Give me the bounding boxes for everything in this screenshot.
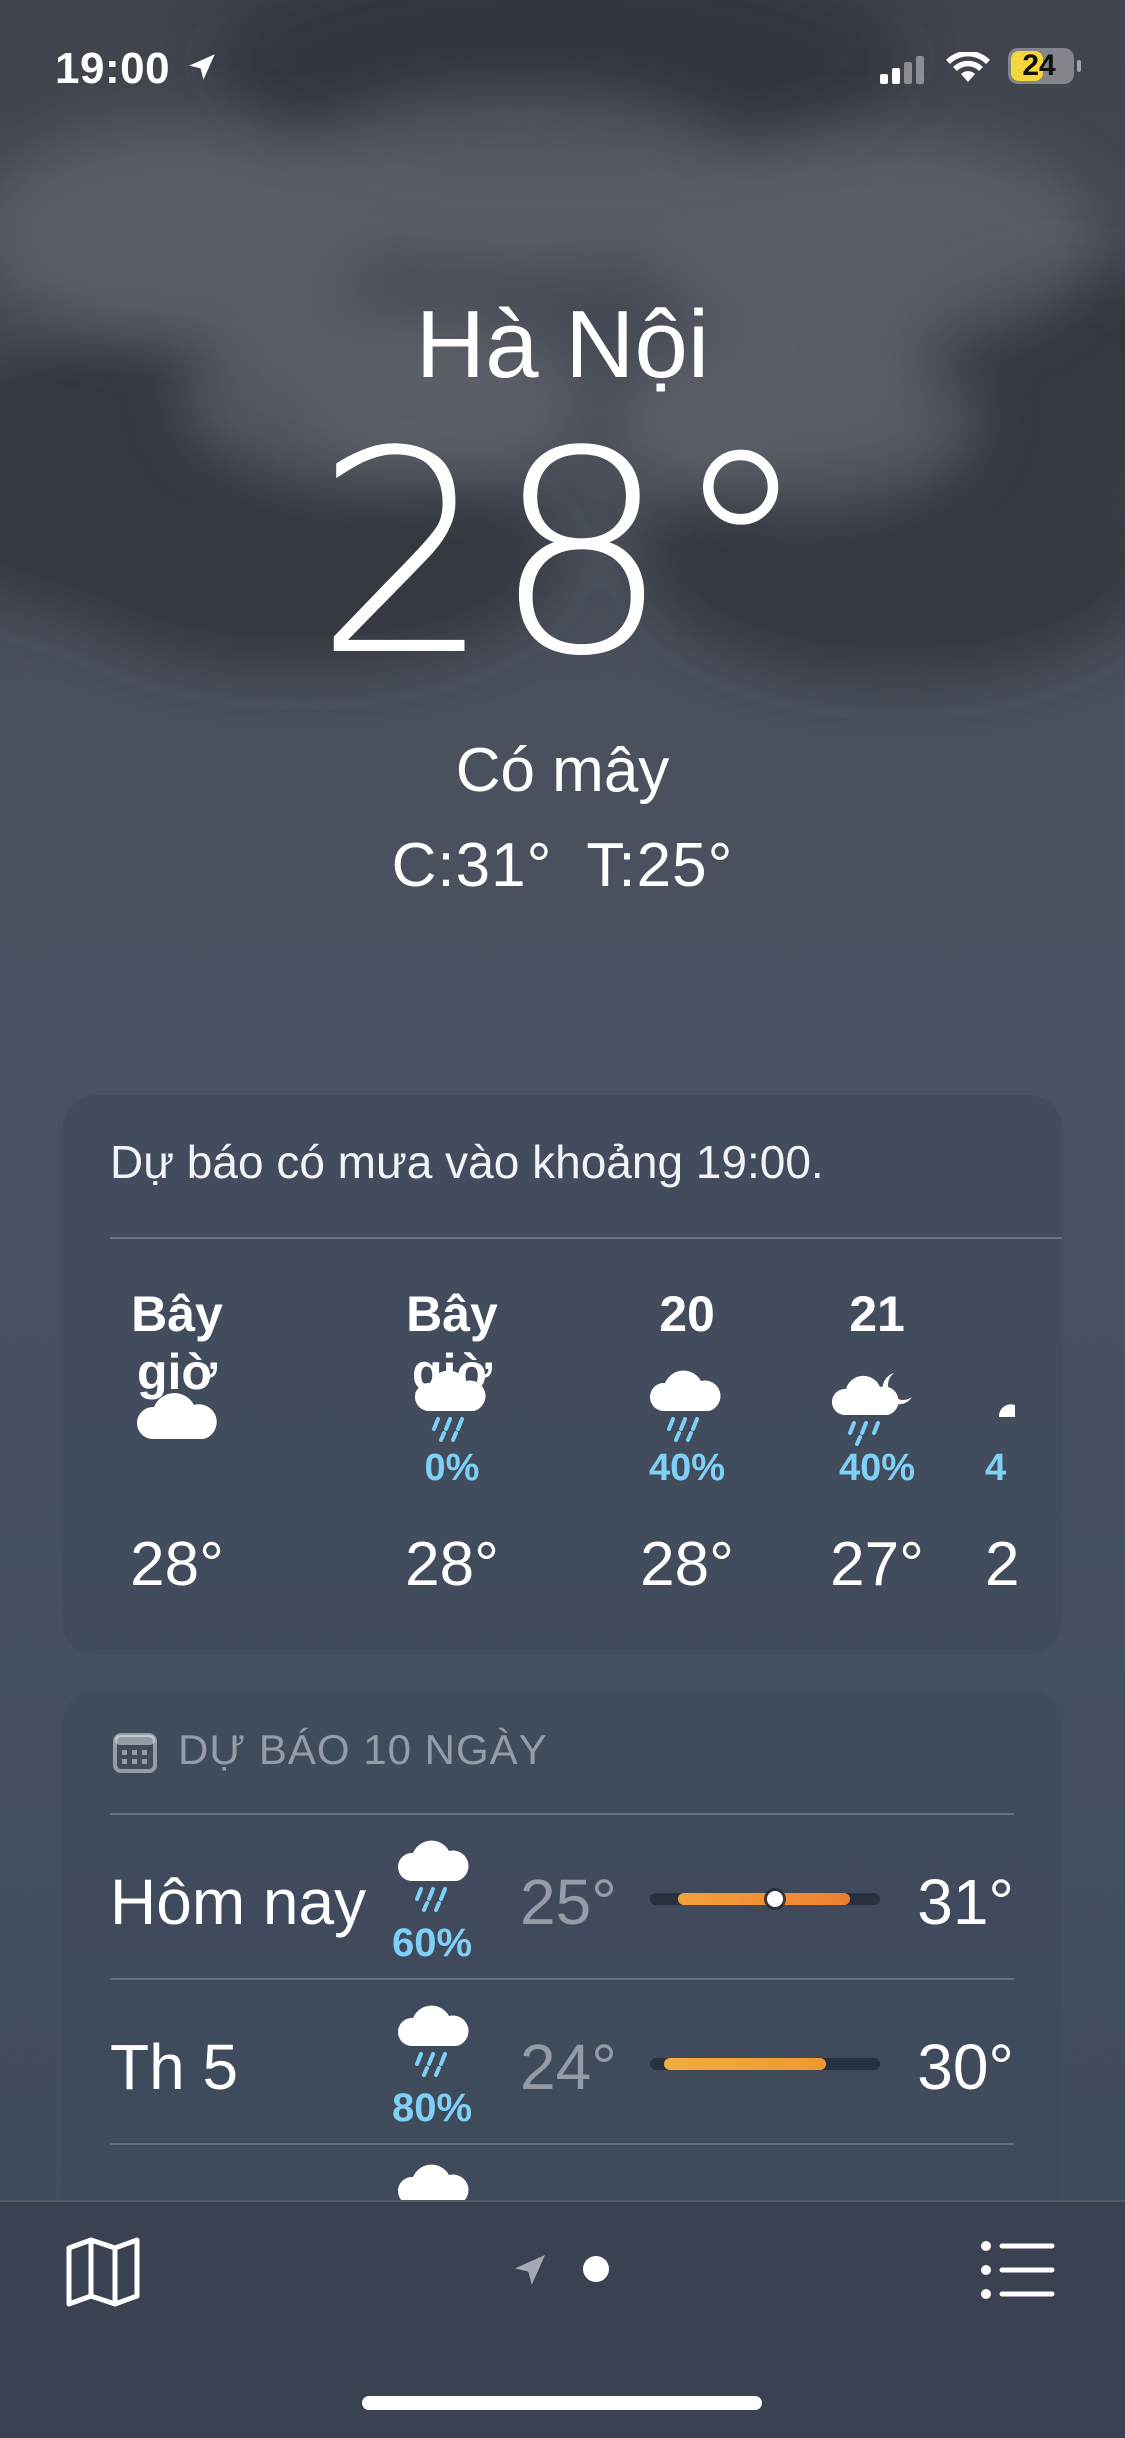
temp-range-bar [650,1891,880,1907]
hour-temp: 28° [405,1530,499,1599]
cellular-signal-icon [880,56,924,84]
day-low: 25° [520,1866,617,1938]
day-name: Hôm nay [110,1866,367,1938]
home-indicator[interactable] [362,2396,762,2410]
hour-item[interactable]: 21 40% 27° [792,1285,962,1600]
divider [110,1237,1062,1239]
hour-label: 20 [659,1286,715,1342]
cloud-rain-icon [602,1357,772,1447]
day-row[interactable]: Th 5 80% 24° 30° [110,1978,1014,2144]
hour-label [985,1285,1062,1345]
hour-temp: 28° [130,1530,224,1599]
hour-item[interactable]: Bây giờ 0% 28° [367,1285,537,1600]
low-temp: T:25° [586,831,734,900]
map-icon[interactable] [65,2236,141,2308]
hour-label: Bây giờ [406,1286,498,1400]
ten-day-forecast-card[interactable]: DỰ BÁO 10 NGÀY Hôm nay 60% 25° 31° Th 5 … [62,1690,1062,2230]
hour-item[interactable]: Bây giờ 28° [92,1285,262,1600]
cloud-moon-rain-icon [985,1357,1062,1447]
location-arrow-icon [189,54,215,80]
day-high: 31° [917,1866,1014,1938]
cloud-rain-icon [397,1840,469,1912]
hour-label: 21 [849,1286,905,1342]
day-low: 24° [520,2031,617,2103]
hour-precip: 0% [424,1447,480,1489]
battery-level: 24 [1022,49,1056,82]
high-temp: C:31° [391,831,553,900]
status-time: 19:00 [55,44,171,93]
day-precip: 60% [392,1921,473,1965]
location-arrow-icon [515,2255,545,2285]
high-low: C:31° T:25° [0,830,1125,901]
ten-day-title: DỰ BÁO 10 NGÀY [112,1726,548,1774]
hour-precip: 40% [648,1447,726,1489]
hour-precip: 40% [838,1447,916,1489]
hour-precip: 4 [985,1447,1007,1489]
current-temp-dot [767,1891,783,1907]
ten-day-title-text: DỰ BÁO 10 NGÀY [178,1726,548,1773]
day-name: Th 5 [110,2031,239,2103]
current-temperature: 28° [314,392,811,718]
list-icon[interactable] [980,2240,1056,2300]
day-precip: 80% [392,2086,473,2130]
battery-indicator: 24 [1008,48,1081,84]
day-row[interactable]: Hôm nay 60% 25° 31° [110,1813,1014,1979]
page-dot [583,2256,609,2282]
hour-label: Bây giờ [131,1286,223,1400]
wifi-icon [946,52,990,82]
temp-range-bar [650,2058,880,2070]
hour-temp: 2 [985,1530,1020,1599]
hour-precip [92,1447,262,1493]
cloud-moon-rain-icon [792,1357,962,1447]
hourly-forecast-card[interactable]: Dự báo có mưa vào khoảng 19:00. Bây giờ … [62,1095,1062,1655]
hour-item[interactable]: 20 40% 28° [602,1285,772,1600]
cloud-rain-icon [367,1357,537,1447]
current-condition: Có mây [455,736,670,805]
day-high: 30° [917,2031,1014,2103]
hour-temp: 28° [640,1530,734,1599]
city-name: Hà Nội [415,291,710,398]
hour-item[interactable]: 4 2 [977,1285,1062,1600]
cloud-rain-icon [397,2005,469,2077]
forecast-summary: Dự báo có mưa vào khoảng 19:00. [110,1136,824,1188]
status-bar: 19:00 24 [0,40,1125,100]
hour-temp: 27° [830,1530,924,1599]
